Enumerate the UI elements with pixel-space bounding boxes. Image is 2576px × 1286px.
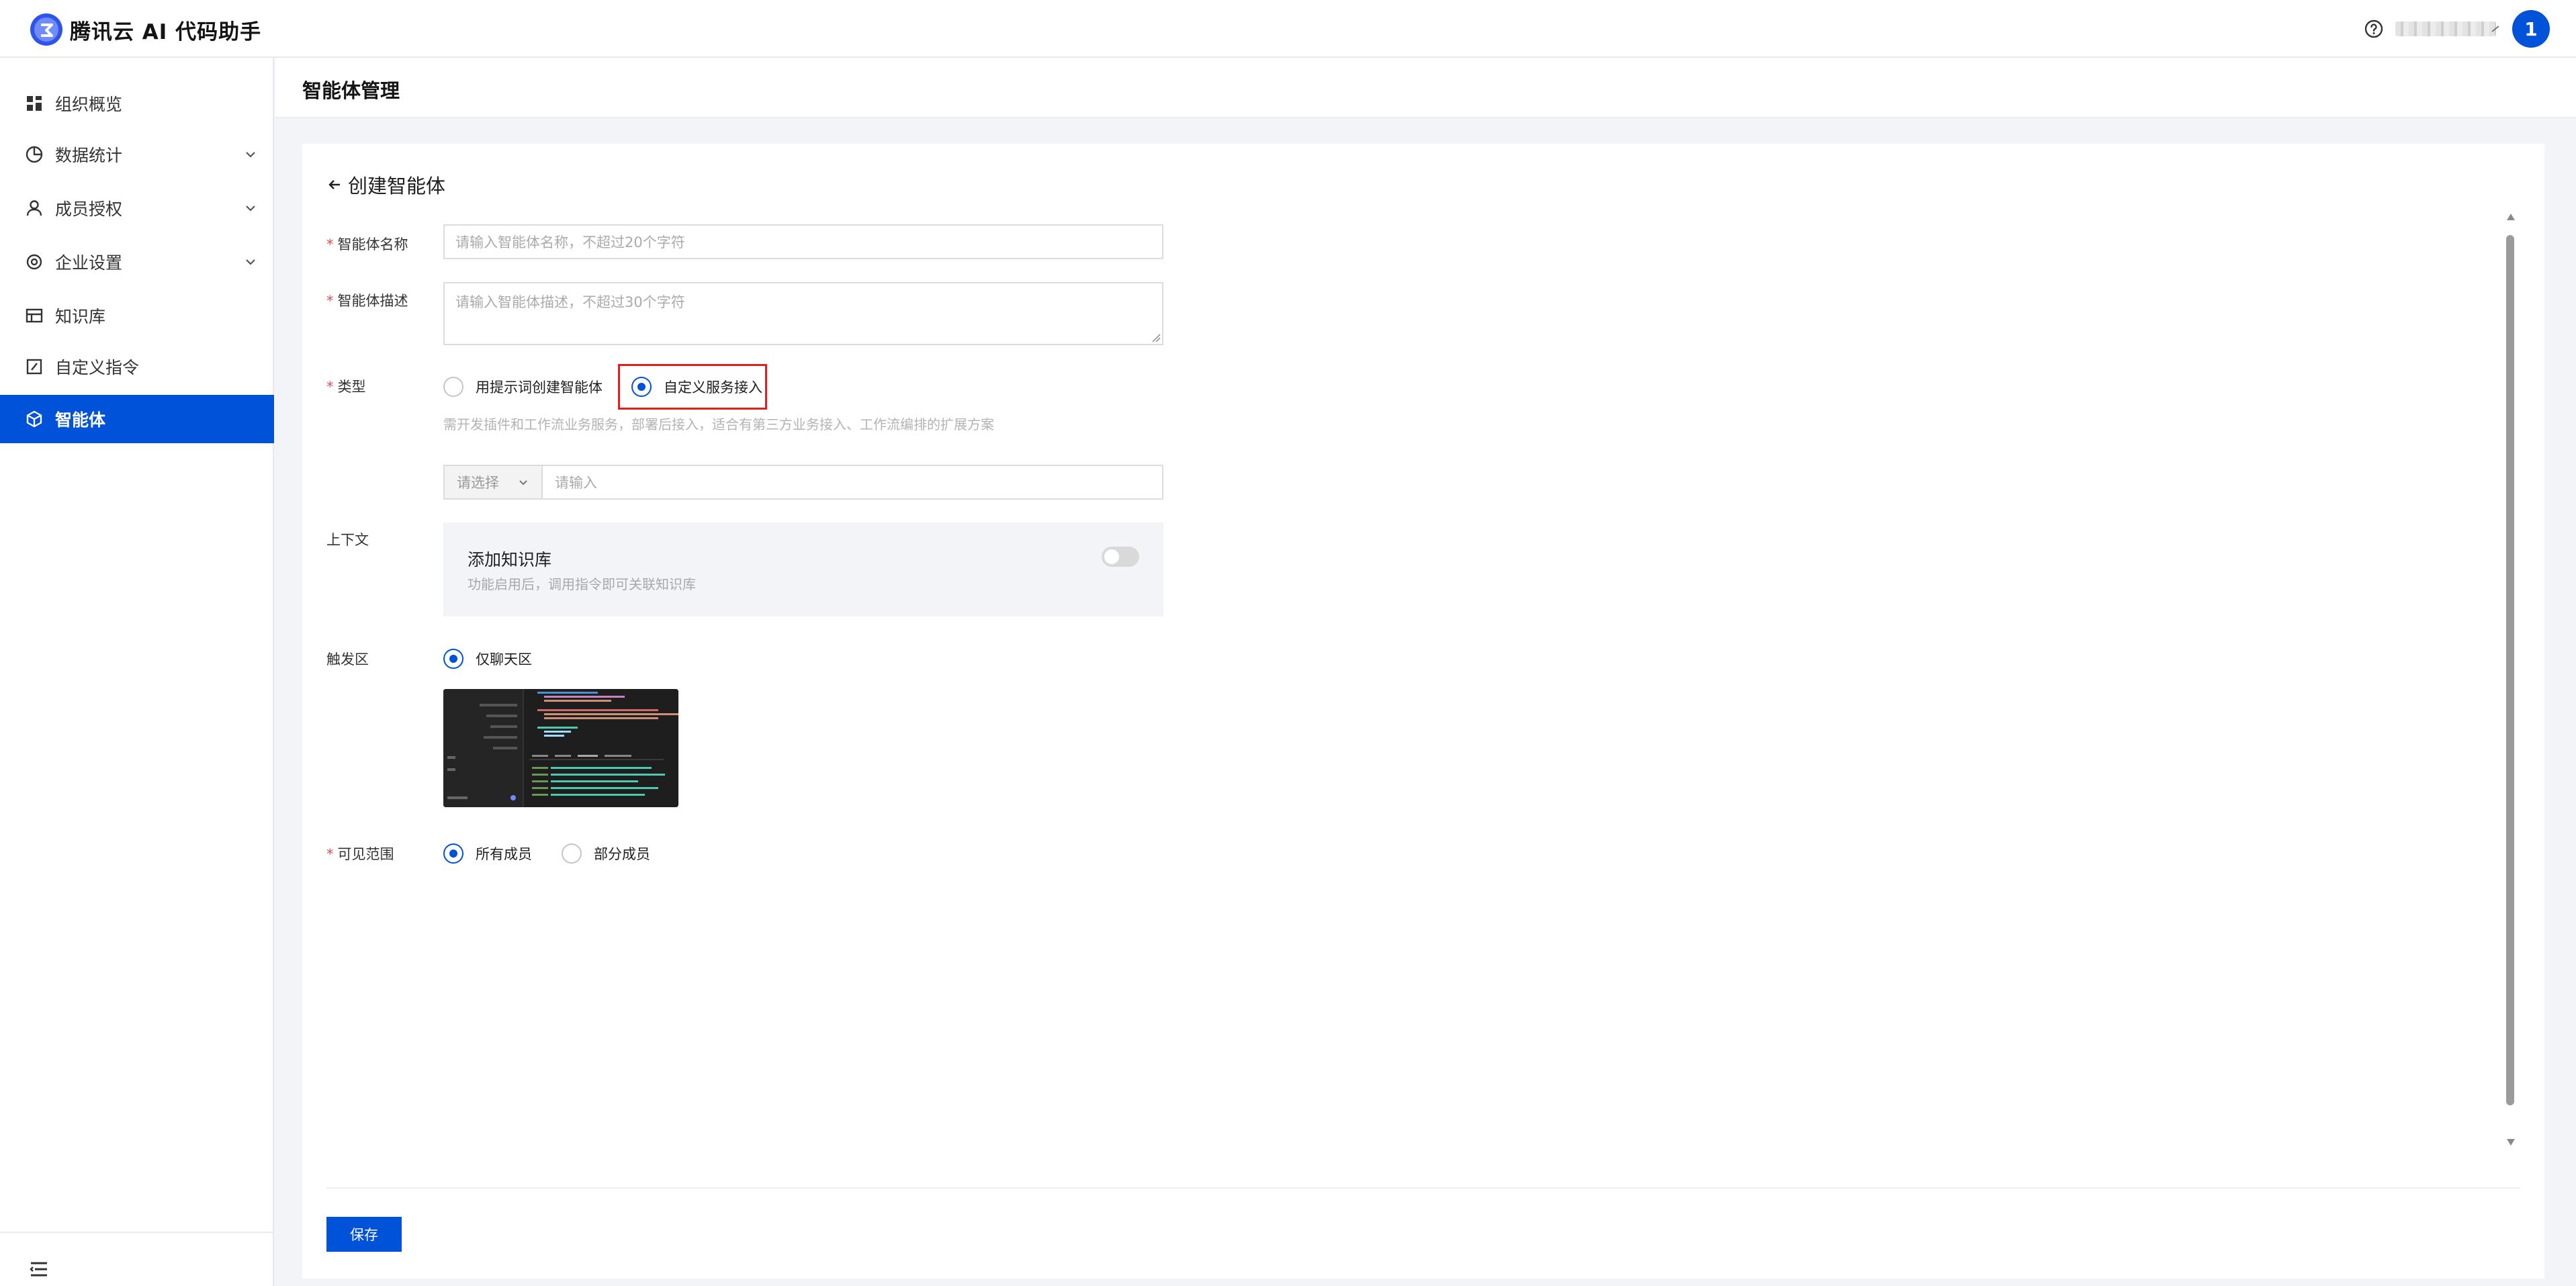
pie-chart-icon <box>26 146 43 163</box>
service-input-group: 请选择 请输入 <box>443 465 1163 500</box>
sidebar-item-statistics[interactable]: 数据统计 <box>0 130 274 179</box>
type-option-prompt[interactable]: 用提示词创建智能体 <box>443 377 603 397</box>
scroll-down-arrow-icon[interactable] <box>2505 1138 2516 1147</box>
radio-unchecked[interactable] <box>443 377 463 397</box>
page-header: 智能体管理 <box>275 58 2576 118</box>
kb-description: 功能启用后，调用指令即可关联知识库 <box>468 576 696 592</box>
scrollbar-thumb[interactable] <box>2506 235 2514 1105</box>
form-title: 创建智能体 <box>348 175 446 197</box>
agent-cube-icon <box>26 410 42 428</box>
edit-command-icon <box>26 359 42 375</box>
sidebar-divider <box>0 1232 273 1233</box>
dashboard-icon <box>27 96 42 111</box>
sidebar-item-members[interactable]: 成员授权 <box>0 184 274 232</box>
back-link[interactable]: 创建智能体 <box>326 171 445 199</box>
user-icon <box>26 200 42 216</box>
agent-description-textarea[interactable]: 请输入智能体描述，不超过30个字符 <box>443 282 1163 345</box>
save-button[interactable]: 保存 <box>326 1217 402 1252</box>
sidebar-item-label: 自定义指令 <box>55 358 140 377</box>
chat-area-preview-image <box>443 689 678 807</box>
username-blurred[interactable] <box>2395 21 2496 36</box>
description-label: * 智能体描述 <box>326 293 408 309</box>
settings-icon <box>26 254 42 270</box>
top-bar: 腾讯云 AI 代码助手 1 <box>0 0 2576 58</box>
service-address-input[interactable]: 请输入 <box>543 466 1162 498</box>
chevron-down-icon <box>246 152 255 158</box>
sidebar-item-label: 数据统计 <box>55 146 123 165</box>
sidebar-item-custom-commands[interactable]: 自定义指令 <box>0 342 274 391</box>
radio-unchecked[interactable] <box>562 843 582 864</box>
required-mark: * <box>326 846 334 862</box>
name-label: * 智能体名称 <box>326 236 408 252</box>
kb-toggle-switch[interactable] <box>1102 547 1139 567</box>
required-mark: * <box>326 379 334 395</box>
footer-divider <box>326 1187 2520 1189</box>
trigger-option-chat[interactable]: 仅聊天区 <box>443 649 532 669</box>
required-mark: * <box>326 293 334 309</box>
knowledge-base-panel: 添加知识库 功能启用后，调用指令即可关联知识库 <box>443 522 1163 616</box>
radio-checked[interactable] <box>443 843 463 864</box>
arrow-left-icon <box>328 180 340 189</box>
sidebar: 组织概览 数据统计 成员授权 企业设置 知识库 自定义指令 智能体 <box>0 58 274 1286</box>
app-title: 腾讯云 AI 代码助手 <box>70 20 262 44</box>
visibility-option-all[interactable]: 所有成员 <box>443 843 532 864</box>
tencent-cloud-logo-icon <box>30 13 62 46</box>
knowledge-base-icon <box>26 308 43 323</box>
agent-name-placeholder: 请输入智能体名称，不超过20个字符 <box>455 234 685 250</box>
type-hint: 需开发插件和工作流业务服务，部署后接入，适合有第三方业务接入、工作流编排的扩展方… <box>443 416 994 432</box>
chevron-down-icon <box>246 259 255 265</box>
service-select[interactable]: 请选择 <box>445 466 543 498</box>
chevron-down-icon[interactable] <box>2491 24 2500 34</box>
agent-description-placeholder: 请输入智能体描述，不超过30个字符 <box>455 294 685 310</box>
highlight-annotation <box>618 364 767 410</box>
agent-name-input[interactable]: 请输入智能体名称，不超过20个字符 <box>443 224 1163 259</box>
chevron-down-icon <box>246 205 255 212</box>
sidebar-item-knowledge-base[interactable]: 知识库 <box>0 291 274 340</box>
sidebar-item-label: 智能体 <box>55 410 106 430</box>
sidebar-item-label: 组织概览 <box>55 95 123 114</box>
collapse-menu-icon[interactable] <box>28 1258 50 1280</box>
chevron-down-icon <box>519 480 527 486</box>
avatar[interactable]: 1 <box>2512 10 2550 48</box>
sidebar-item-overview[interactable]: 组织概览 <box>0 79 274 128</box>
resize-handle-icon[interactable] <box>1151 333 1161 342</box>
create-agent-card: 创建智能体 * 智能体名称 请输入智能体名称，不超过20个字符 * 智能体描述 请输… <box>302 144 2544 1279</box>
page-title: 智能体管理 <box>302 79 400 102</box>
sidebar-item-label: 知识库 <box>55 307 106 326</box>
scroll-up-arrow-icon[interactable] <box>2505 212 2516 222</box>
help-icon[interactable] <box>2363 18 2385 40</box>
sidebar-item-label: 企业设置 <box>55 253 123 273</box>
context-label: 上下文 <box>326 532 369 548</box>
radio-checked[interactable] <box>443 649 463 669</box>
visibility-option-partial[interactable]: 部分成员 <box>562 843 650 864</box>
sidebar-item-agents[interactable]: 智能体 <box>0 395 274 443</box>
visibility-label: * 可见范围 <box>326 846 394 862</box>
trigger-label: 触发区 <box>326 651 369 668</box>
sidebar-item-enterprise-settings[interactable]: 企业设置 <box>0 238 274 286</box>
kb-title: 添加知识库 <box>468 550 552 569</box>
type-label: * 类型 <box>326 379 366 395</box>
required-mark: * <box>326 236 334 252</box>
sidebar-item-label: 成员授权 <box>55 199 123 219</box>
